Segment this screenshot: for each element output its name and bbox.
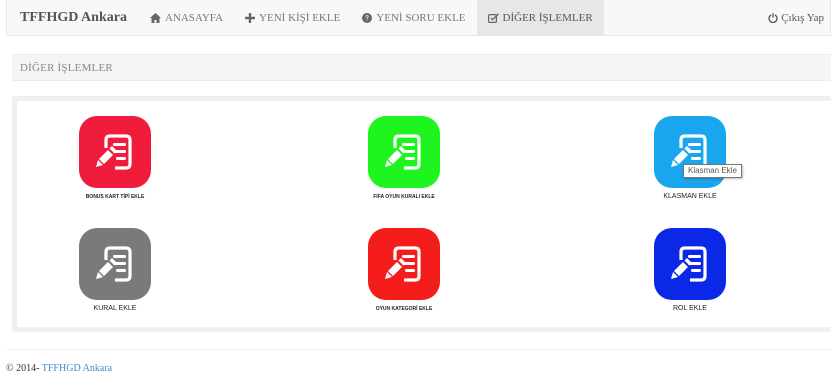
document-pencil-glyph <box>96 246 132 282</box>
actions-panel: BONUS KART TİPİ EKLE FIFA OYUN KURALI EK… <box>12 96 831 332</box>
nav-item-label: DİĞER İŞLEMLER <box>502 11 593 24</box>
footer-copyright: © 2014- <box>6 363 40 374</box>
tile-label: BONUS KART TİPİ EKLE <box>85 194 145 200</box>
question-circle-icon <box>362 12 373 23</box>
footer-link[interactable]: TFFHGD Ankara <box>42 363 112 374</box>
nav-item-anasayfa[interactable]: ANASAYFA <box>139 0 234 36</box>
nav-item-label: ANASAYFA <box>164 11 224 24</box>
tile-label: ROL EKLE <box>673 305 707 312</box>
logout-link[interactable]: Çıkış Yap <box>768 0 824 36</box>
page-title-text: DİĞER İŞLEMLER <box>20 61 113 74</box>
tile-oyun-kategori-ekle[interactable]: OYUN KATEGORİ EKLE <box>329 228 479 314</box>
tile-label: KURAL EKLE <box>93 305 137 312</box>
nav-item-label: YENİ KİŞİ EKLE <box>259 11 341 24</box>
logout-label: Çıkış Yap <box>781 12 824 24</box>
top-navbar: TFFHGD Ankara ANASAYFA YENİ KİŞİ EKLE YE… <box>6 0 831 36</box>
tooltip: Klasman Ekle <box>683 164 742 178</box>
edit-icon <box>487 12 499 23</box>
document-pencil-glyph <box>671 246 707 282</box>
document-edit-icon[interactable] <box>79 116 151 188</box>
tile-rol-ekle[interactable]: ROL EKLE <box>615 228 765 314</box>
tile-label: FIFA OYUN KURALI EKLE <box>373 194 435 200</box>
tile-klasman-ekle[interactable]: KLASMAN EKLE <box>615 116 765 202</box>
document-pencil-glyph <box>385 134 421 170</box>
tile-fifa-oyun-kurali-ekle[interactable]: FIFA OYUN KURALI EKLE <box>329 116 479 202</box>
document-edit-icon[interactable] <box>654 228 726 300</box>
document-edit-icon[interactable] <box>79 228 151 300</box>
tile-kural-ekle[interactable]: KURAL EKLE <box>40 228 190 314</box>
nav-item-yeni-kisi-ekle[interactable]: YENİ KİŞİ EKLE <box>234 0 351 36</box>
tile-label: OYUN KATEGORİ EKLE <box>375 306 433 312</box>
brand-link[interactable]: TFFHGD Ankara <box>7 0 139 36</box>
tile-label: KLASMAN EKLE <box>663 193 717 200</box>
tile-bonus-kart-tipi-ekle[interactable]: BONUS KART TİPİ EKLE <box>40 116 190 202</box>
document-edit-icon[interactable] <box>368 116 440 188</box>
nav-item-yeni-soru-ekle[interactable]: YENİ SORU EKLE <box>351 0 476 36</box>
power-icon <box>768 13 778 23</box>
home-icon <box>149 12 161 23</box>
document-pencil-glyph <box>385 246 421 282</box>
plus-icon <box>245 12 256 23</box>
document-edit-icon[interactable] <box>368 228 440 300</box>
document-pencil-glyph <box>96 134 132 170</box>
nav-item-diger-islemler[interactable]: DİĞER İŞLEMLER <box>476 0 604 36</box>
footer-divider <box>6 349 831 350</box>
footer: © 2014- TFFHGD Ankara <box>6 363 112 374</box>
nav-item-label: YENİ SORU EKLE <box>376 11 466 24</box>
page-title: DİĞER İŞLEMLER <box>12 54 831 81</box>
actions-panel-body: BONUS KART TİPİ EKLE FIFA OYUN KURALI EK… <box>17 101 831 327</box>
